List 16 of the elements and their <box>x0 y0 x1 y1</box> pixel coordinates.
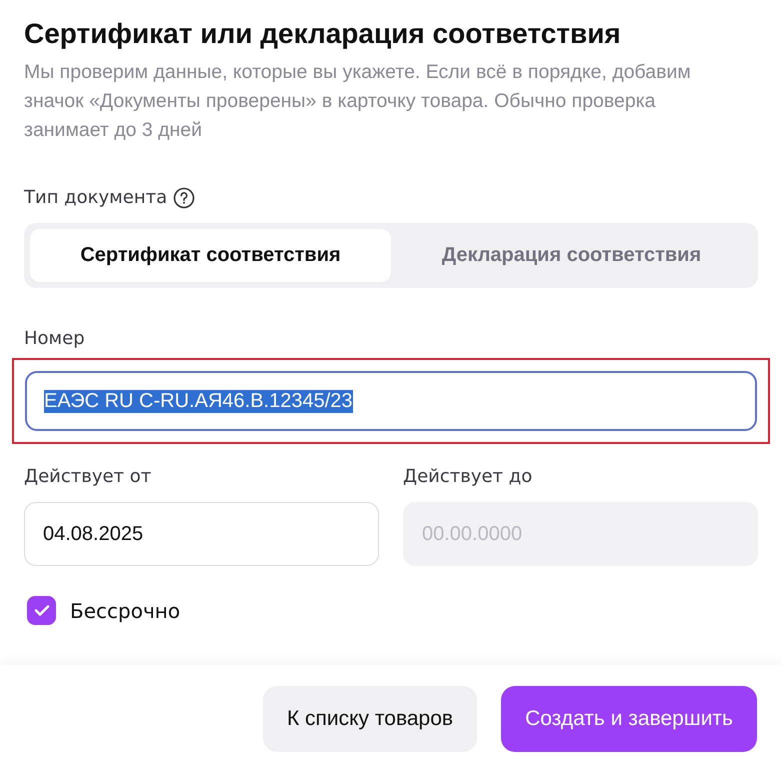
field-label: Действует от <box>24 465 152 489</box>
checkmark-icon <box>34 604 50 617</box>
number-field[interactable]: ЕАЭС RU C-RU.АЯ46.В.12345/23 <box>25 371 757 431</box>
help-icon[interactable] <box>173 187 196 209</box>
checkbox-label: Бессрочно <box>70 598 180 622</box>
segment-tab[interactable]: Сертификат соответствия <box>30 229 391 282</box>
create-button[interactable]: Создать и завершить <box>501 686 757 752</box>
field-label: Действует до <box>403 465 534 489</box>
date-field[interactable]: 04.08.2025 <box>24 502 379 566</box>
field-label: Тип документа <box>24 186 168 210</box>
dialog-title: Сертификат или декларация соответствия <box>24 17 622 51</box>
segment-tab[interactable]: Декларация соответствия <box>391 229 752 282</box>
description: Мы проверим данные, которые вы укажете. Если всё в порядке, добавим значок «Документы проверены» в карточку товара. Обычно проверка занимает до 3 дней <box>24 60 692 143</box>
checkbox[interactable] <box>27 596 56 625</box>
back-button[interactable]: К списку товаров <box>262 686 478 752</box>
field-label: Номер <box>24 327 86 351</box>
